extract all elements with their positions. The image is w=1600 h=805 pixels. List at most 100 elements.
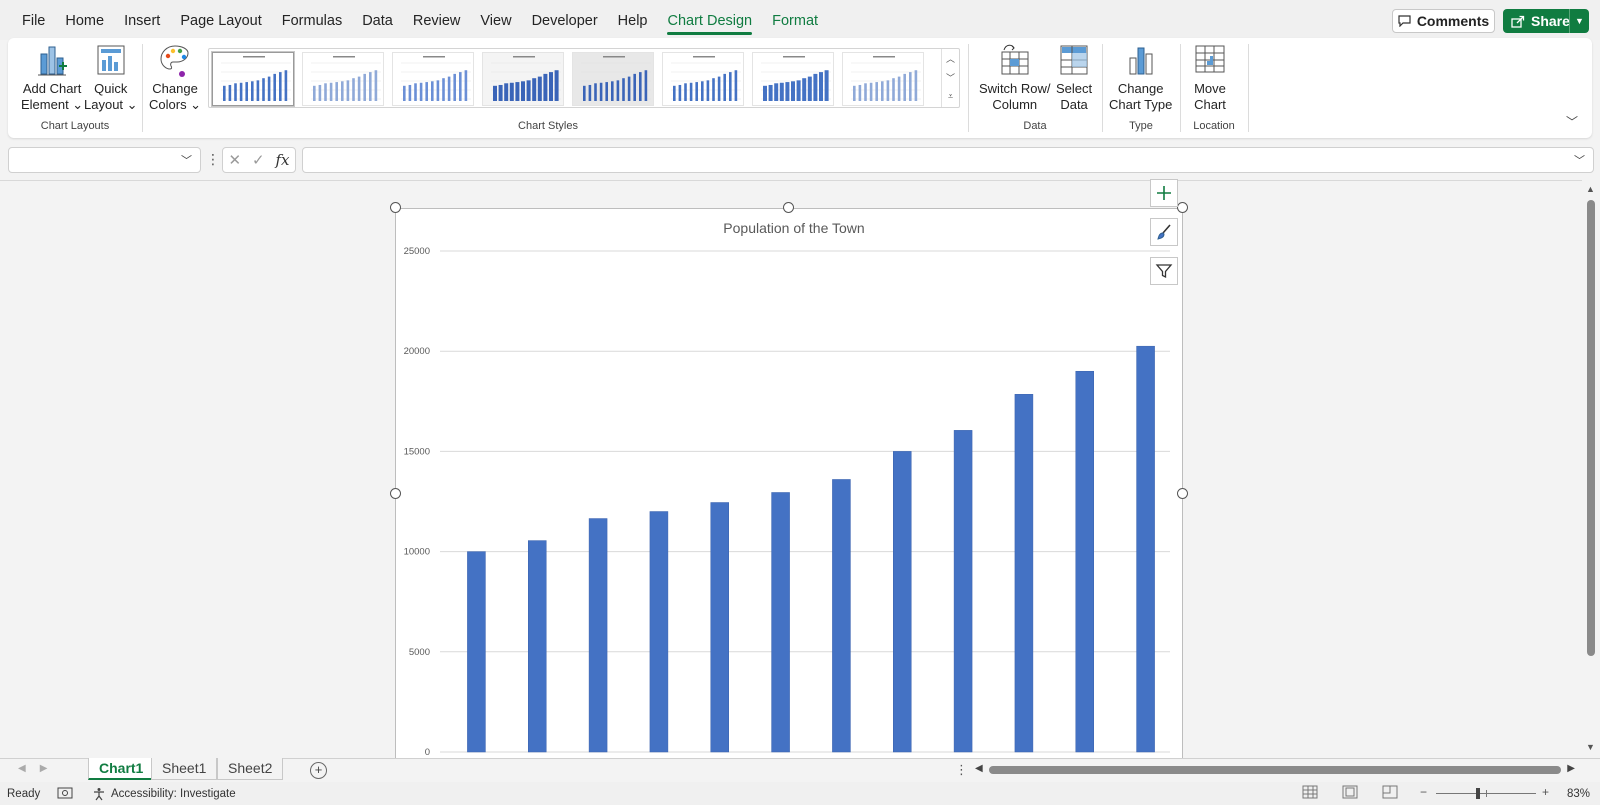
collapse-ribbon-icon[interactable]: ﹀	[1566, 113, 1578, 130]
y-tick-label: 15000	[404, 446, 430, 457]
gallery-down-icon[interactable]: ﹀	[942, 68, 959, 87]
filter-icon	[1155, 264, 1173, 279]
change-chart-type-label-1: Change	[1117, 81, 1164, 96]
scroll-right-icon[interactable]: ▶	[1567, 763, 1575, 774]
chart-bar[interactable]	[1014, 394, 1034, 753]
switch-row-column-icon	[998, 42, 1032, 78]
menu-tab-help[interactable]: Help	[608, 11, 658, 31]
accessibility-status[interactable]: Accessibility: Investigate	[92, 787, 236, 801]
menu-tab-data[interactable]: Data	[352, 11, 403, 31]
menu-tab-home[interactable]: Home	[55, 11, 114, 31]
chart-bar[interactable]	[649, 511, 669, 753]
chart-style-thumb[interactable]	[662, 52, 744, 106]
scroll-up-icon[interactable]: ▲	[1586, 184, 1595, 194]
chart-title[interactable]: Population of the Town	[723, 220, 864, 236]
menu-tab-developer[interactable]: Developer	[522, 11, 608, 31]
chart-bar[interactable]	[588, 518, 608, 753]
vertical-scrollbar[interactable]: ▲ ▼	[1582, 180, 1600, 758]
chart-bar[interactable]	[710, 502, 729, 753]
ribbon: Add Chart Element ⌄ Quick Layout ⌄ Chart…	[8, 38, 1592, 138]
chart-filters-button[interactable]	[1150, 257, 1178, 285]
menu-tab-file[interactable]: File	[12, 11, 55, 31]
horizontal-scroll-thumb[interactable]	[989, 766, 1561, 774]
chart-elements-button[interactable]	[1150, 179, 1178, 207]
share-dropdown-icon[interactable]: ▼	[1569, 9, 1589, 33]
change-colors-button[interactable]: Change Colors ⌄	[149, 42, 201, 113]
sheet-nav-arrows[interactable]: ◀▶	[18, 763, 61, 774]
vertical-scroll-thumb[interactable]	[1587, 200, 1595, 656]
view-buttons	[1302, 785, 1398, 799]
resize-handle-top[interactable]	[783, 202, 794, 213]
page-break-view-icon[interactable]	[1382, 785, 1398, 799]
chart-bar[interactable]	[528, 540, 547, 753]
chart-bar[interactable]	[1136, 345, 1155, 753]
cancel-icon[interactable]: ✕	[228, 151, 241, 169]
accessibility-icon	[94, 788, 104, 801]
sheet-tab-chart1[interactable]: Chart1	[88, 758, 155, 780]
type-group-label: Type	[1129, 120, 1153, 132]
sheet-bar-options-icon[interactable]: ⋮	[955, 762, 968, 778]
sheet-tab-sheet2[interactable]: Sheet2	[217, 758, 284, 780]
insert-function-icon[interactable]: fx	[276, 151, 290, 169]
quick-layout-button[interactable]: Quick Layout ⌄	[84, 42, 138, 113]
change-chart-type-button[interactable]: Change Chart Type	[1109, 42, 1172, 113]
chart-style-thumb[interactable]	[572, 52, 654, 106]
chart-bar[interactable]	[832, 479, 851, 753]
gallery-more-icon[interactable]: ⩡	[942, 87, 959, 106]
expand-formula-icon[interactable]: ﹀	[1574, 152, 1585, 168]
chart-style-thumb[interactable]	[752, 52, 834, 106]
chart-bar[interactable]	[893, 451, 912, 753]
menu-tab-review[interactable]: Review	[403, 11, 471, 31]
resize-handle-left[interactable]	[390, 488, 401, 499]
add-sheet-icon[interactable]: +	[310, 762, 327, 779]
scroll-left-icon[interactable]: ◀	[975, 763, 983, 774]
menu-tab-insert[interactable]: Insert	[114, 11, 170, 31]
scroll-down-icon[interactable]: ▼	[1586, 742, 1595, 752]
macro-recording-icon[interactable]	[57, 786, 73, 803]
add-chart-element-button[interactable]: Add Chart Element ⌄	[21, 42, 83, 113]
chart-bar[interactable]	[467, 551, 486, 753]
menu-tab-chart-design[interactable]: Chart Design	[657, 11, 762, 35]
name-box[interactable]: ﹀	[8, 147, 201, 173]
zoom-knob[interactable]	[1476, 788, 1480, 799]
chart-style-thumb[interactable]	[842, 52, 924, 106]
chart-styles-button[interactable]	[1150, 218, 1178, 246]
chart-style-thumb[interactable]	[302, 52, 384, 106]
chart-bar[interactable]	[953, 430, 973, 753]
y-tick-label: 25000	[404, 246, 430, 257]
chart-style-thumb[interactable]	[482, 52, 564, 106]
chart-style-thumb[interactable]	[392, 52, 474, 106]
more-options-icon[interactable]: ⋮	[206, 151, 220, 168]
switch-row-column-button[interactable]: Switch Row/ Column	[979, 42, 1051, 113]
formula-input[interactable]: ﹀	[302, 147, 1594, 173]
gallery-up-icon[interactable]: ︿	[942, 49, 959, 68]
zoom-out-icon[interactable]: −	[1420, 785, 1427, 799]
enter-icon[interactable]: ✓	[252, 151, 265, 169]
select-data-button[interactable]: Select Data	[1056, 42, 1092, 113]
share-button[interactable]: Share ▼	[1503, 9, 1589, 33]
move-chart-button[interactable]: Move Chart	[1193, 42, 1227, 113]
chart-bar[interactable]	[771, 492, 790, 753]
chart-bar[interactable]	[1075, 370, 1094, 753]
chart-area[interactable]: Population of the Town 0 5000 10000 15000 200…	[395, 208, 1183, 768]
change-colors-label-1: Change	[152, 81, 198, 96]
sheet-tab-sheet1[interactable]: Sheet1	[151, 758, 218, 780]
resize-handle-right[interactable]	[1177, 488, 1188, 499]
menu-tab-page-layout[interactable]: Page Layout	[170, 11, 271, 31]
menu-tab-format[interactable]: Format	[762, 11, 828, 31]
group-data: Switch Row/ Column Select Data Data	[969, 38, 1101, 138]
zoom-in-icon[interactable]: +	[1542, 785, 1549, 799]
menu-bar: File Home Insert Page Layout Formulas Data Rev…	[0, 0, 1600, 40]
zoom-slider[interactable]: − +	[1420, 785, 1560, 802]
chart-style-thumb[interactable]	[212, 52, 294, 106]
normal-view-icon[interactable]	[1302, 785, 1318, 799]
menu-tab-formulas[interactable]: Formulas	[272, 11, 352, 31]
resize-handle-top-right[interactable]	[1177, 202, 1188, 213]
menu-tab-view[interactable]: View	[470, 11, 521, 31]
page-layout-view-icon[interactable]	[1342, 785, 1358, 799]
comments-button[interactable]: Comments	[1392, 9, 1495, 33]
resize-handle-top-left[interactable]	[390, 202, 401, 213]
chevron-down-icon[interactable]: ﹀	[181, 152, 192, 168]
zoom-level[interactable]: 83%	[1567, 788, 1590, 800]
horizontal-scrollbar[interactable]: ◀ ▶	[975, 763, 1575, 776]
